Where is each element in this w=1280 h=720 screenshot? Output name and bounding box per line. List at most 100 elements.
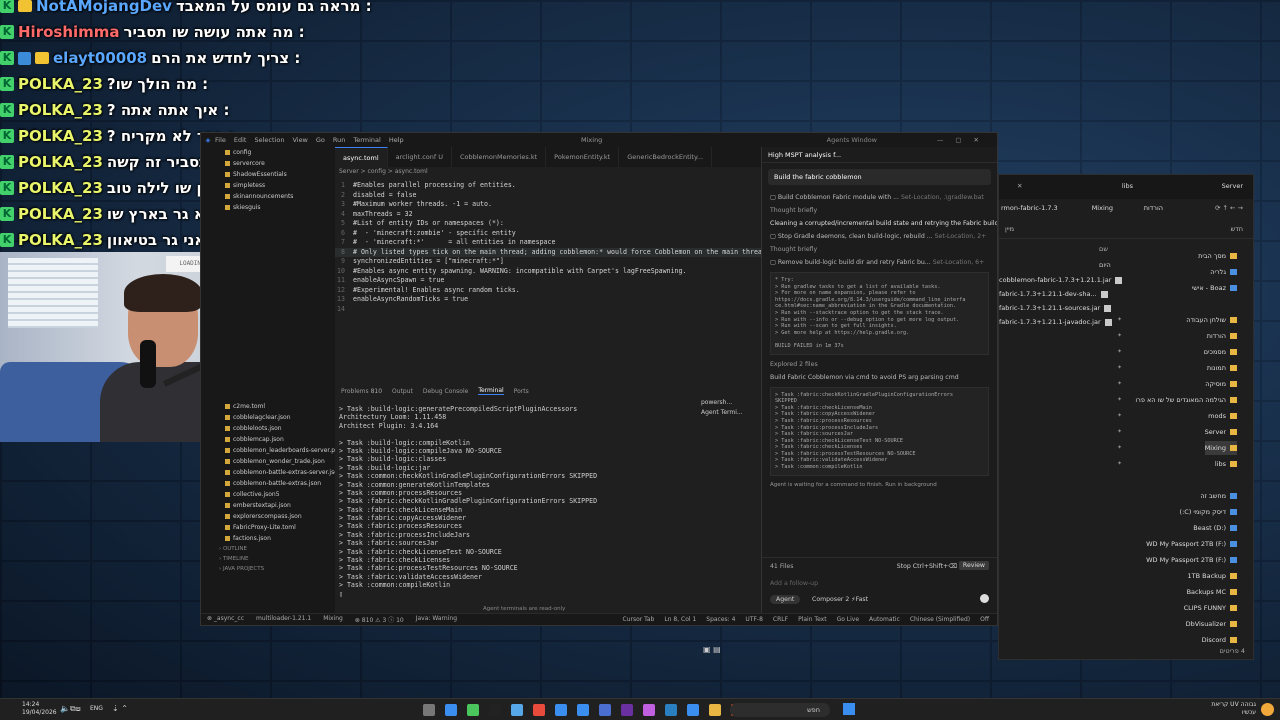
nav-item-drive[interactable]: Beast (D:)	[1193, 521, 1237, 535]
explorer-folder[interactable]: ShadowEssentials	[215, 169, 335, 180]
status-item[interactable]: ⊗ _async_cc	[207, 615, 244, 624]
sort-button[interactable]: מיין	[1005, 225, 1014, 233]
nav-item-home[interactable]: מסך הבית	[1198, 249, 1237, 263]
explorer-file[interactable]: cobblemon_wonder_trade.json	[215, 456, 335, 467]
app-icon[interactable]	[687, 704, 699, 716]
window-controls[interactable]: —▢✕	[937, 136, 991, 144]
pin-icon[interactable]: ✦	[1117, 460, 1122, 467]
status-item[interactable]: Mixing	[323, 615, 343, 624]
editor-tab[interactable]: arclight.conf U	[388, 147, 452, 167]
nav-item-folder[interactable]: mods	[1208, 409, 1237, 423]
send-icon[interactable]	[980, 594, 989, 603]
explorer-tab-server[interactable]: Server	[1222, 182, 1243, 190]
premiere-icon[interactable]	[621, 704, 633, 716]
status-item[interactable]: Off	[980, 616, 989, 623]
explorer-file[interactable]: cobblemon_leaderboards-server.pr...	[215, 445, 335, 456]
explorer-file[interactable]: emberstextapi.json	[215, 500, 335, 511]
explorer-folder[interactable]: config	[215, 147, 335, 158]
agent-thought-label[interactable]: Thought briefly	[762, 204, 997, 217]
taskbar-search[interactable]: חפש	[730, 703, 830, 717]
tray-arrow-icon[interactable]: ⇣ ⌃	[112, 704, 128, 713]
address-bar[interactable]: → ← ↑ ⟳ הורדות Mixing rmon-fabric-1.7.3	[999, 199, 1253, 219]
status-item[interactable]: Plain Text	[798, 616, 826, 623]
file-row[interactable]: cobblemon-fabric-1.7.3+1.21.1.jar	[999, 273, 1123, 287]
explorer-file[interactable]: c2me.toml	[215, 401, 335, 412]
steam-icon[interactable]	[665, 704, 677, 716]
editor-tab[interactable]: GenericBedrockEntity...	[619, 147, 713, 167]
agent-mode-dropdown[interactable]: Agent	[770, 595, 801, 604]
explorer-file[interactable]: cobbleloots.json	[215, 423, 335, 434]
agent-step-item[interactable]: ▢ Remove build-logic build dir and retry…	[762, 256, 997, 269]
nav-item-folder[interactable]: Mixing	[1204, 441, 1237, 455]
review-button[interactable]: Review	[958, 561, 989, 570]
agent-step-item[interactable]: Build Fabric Cobblemon via cmd to avoid …	[762, 371, 997, 384]
explorer-file[interactable]: explorerscompass.json	[215, 511, 335, 522]
explorer-file[interactable]: cobblemon-battle-extras-server.json	[215, 467, 335, 478]
teams-icon[interactable]	[599, 704, 611, 716]
nav-item-drive[interactable]: WD My Passport 2TB (F:)	[1146, 553, 1237, 567]
close-icon[interactable]: ✕	[1017, 182, 1022, 190]
explorer-icon[interactable]	[709, 704, 721, 716]
agent-chat-title[interactable]: High MSPT analysis f...	[762, 147, 997, 163]
agent-step-item[interactable]: ▢ Build Cobblemon Fabric module with ...…	[762, 191, 997, 204]
chrome-icon[interactable]	[533, 704, 545, 716]
column-header-name[interactable]: שם	[1099, 245, 1108, 253]
status-item[interactable]: multiloader-1.21.1	[256, 615, 311, 624]
panel-tab-debug-console[interactable]: Debug Console	[423, 388, 468, 395]
breadcrumb-mixing[interactable]: Mixing	[1092, 204, 1113, 212]
menu-item-run[interactable]: Run	[333, 136, 345, 144]
pin-icon[interactable]: ✦	[1117, 332, 1122, 339]
nav-item-folder[interactable]: הורדות	[1207, 329, 1237, 343]
obs-icon[interactable]	[643, 704, 655, 716]
explorer-folder[interactable]: skiesguis	[215, 202, 335, 213]
model-selector[interactable]: Composer 2 ⚡Fast	[812, 596, 868, 603]
file-row[interactable]: fabric-1.7.3+1.21.1-dev-sha...	[999, 287, 1119, 301]
volume-icon[interactable]: 🔈⧉⧈	[60, 704, 81, 714]
nav-item-folder[interactable]: שולחן העבודה	[1186, 313, 1237, 327]
status-item[interactable]: UTF-8	[745, 616, 763, 623]
file-row[interactable]: fabric-1.7.3+1.21.1-sources.jar	[999, 301, 1119, 315]
status-item[interactable]: CRLF	[773, 616, 788, 623]
pin-icon[interactable]: ✦	[1117, 348, 1122, 355]
menu-item-help[interactable]: Help	[389, 136, 404, 144]
panel-tab-ports[interactable]: Ports	[514, 388, 529, 395]
pin-icon[interactable]: ✦	[1117, 428, 1122, 435]
nav-item-folder[interactable]: Discord	[1202, 633, 1237, 647]
nav-item-folder[interactable]: מוסיקה	[1205, 377, 1237, 391]
nav-item-folder[interactable]: CLIPS FUNNY	[1184, 601, 1237, 615]
terminal-output[interactable]: > Task :build-logic:generatePrecompiledS…	[335, 405, 701, 605]
explorer-section-header[interactable]: › OUTLINE	[215, 544, 335, 554]
code-editor[interactable]: 1 #Enables parallel processing of entitie…	[335, 181, 761, 381]
pin-icon[interactable]: ✦	[1117, 412, 1122, 419]
follow-up-input[interactable]: Add a follow-up	[770, 580, 818, 587]
minecraft-icon[interactable]	[467, 704, 479, 716]
breadcrumb-folder[interactable]: rmon-fabric-1.7.3	[1001, 204, 1058, 212]
panel-tab-terminal[interactable]: Terminal	[478, 387, 504, 395]
menu-item-view[interactable]: View	[292, 136, 307, 144]
terminal-instance[interactable]: Agent Termi...	[701, 408, 761, 418]
clock[interactable]: 14:24 19/04/2026	[22, 701, 57, 717]
panel-tab-output[interactable]: Output	[392, 388, 413, 395]
word-icon[interactable]	[577, 704, 589, 716]
status-item[interactable]: Go Live	[837, 616, 859, 623]
editor-tab[interactable]: PokemonEntity.kt	[546, 147, 620, 167]
nav-item-gallery[interactable]: גלריה	[1210, 265, 1237, 279]
editor-tab[interactable]: async.toml	[335, 147, 388, 167]
pin-icon[interactable]: ✦	[1117, 396, 1122, 403]
explorer-folder[interactable]: servercore	[215, 158, 335, 169]
explorer-file[interactable]: cobblemon-battle-extras.json	[215, 478, 335, 489]
status-item[interactable]: Cursor Tab	[623, 616, 655, 623]
explorer-file[interactable]: collective.json5	[215, 489, 335, 500]
nav-item-folder[interactable]: DbVisualizer	[1186, 617, 1237, 631]
nav-item-drive[interactable]: WD My Passport 2TB (F:)	[1146, 537, 1237, 551]
menu-item-go[interactable]: Go	[316, 136, 325, 144]
status-item[interactable]: Spaces: 4	[706, 616, 735, 623]
menu-item-file[interactable]: File	[215, 136, 226, 144]
nav-item-folder[interactable]: הגילמה המאוגדים של שו הא פרו	[1135, 393, 1237, 407]
nav-item-folder[interactable]: מסמכים	[1204, 345, 1237, 359]
vscode-icon[interactable]	[445, 704, 457, 716]
cursor-icon[interactable]	[489, 704, 501, 716]
explorer-section-header[interactable]: › TIMELINE	[215, 554, 335, 564]
back-arrow-icon[interactable]: → ← ↑ ⟳	[1215, 204, 1243, 212]
explorer-section-header[interactable]: › JAVA PROJECTS	[215, 564, 335, 574]
